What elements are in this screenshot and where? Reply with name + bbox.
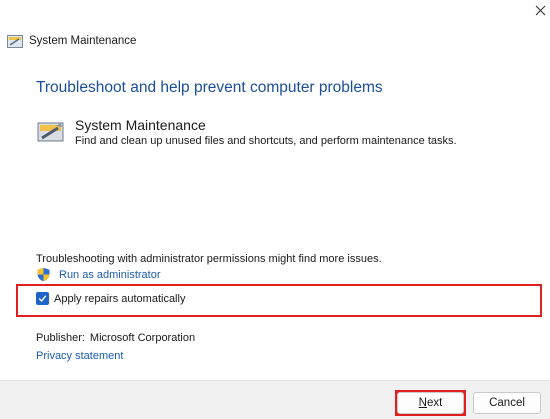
cancel-button[interactable]: Cancel: [473, 392, 541, 414]
admin-notice: Troubleshooting with administrator permi…: [36, 253, 382, 265]
apply-repairs-checkbox-row[interactable]: Apply repairs automatically: [36, 292, 185, 305]
window-title: System Maintenance: [29, 35, 137, 47]
run-as-administrator-label: Run as administrator: [59, 268, 161, 281]
apply-repairs-checkbox[interactable]: [36, 292, 49, 305]
next-label-rest: ext: [426, 397, 443, 409]
system-maintenance-icon: [7, 34, 23, 48]
close-button[interactable]: [530, 0, 550, 20]
maintenance-task-icon: [37, 122, 64, 142]
task-name: System Maintenance: [75, 117, 206, 133]
task-description: Find and clean up unused files and short…: [75, 135, 457, 147]
uac-shield-icon: [37, 267, 50, 282]
dialog-footer: [0, 380, 550, 419]
run-as-administrator-link[interactable]: Run as administrator: [36, 267, 161, 282]
page-heading: Troubleshoot and help prevent computer p…: [36, 79, 383, 96]
apply-repairs-label: Apply repairs automatically: [54, 292, 186, 305]
troubleshooter-task: System Maintenance Find and clean up unu…: [36, 117, 457, 148]
next-accelerator: N: [418, 397, 427, 409]
privacy-statement-link[interactable]: Privacy statement: [36, 350, 123, 362]
publisher-label: Publisher:: [36, 332, 85, 344]
title-bar: System Maintenance: [7, 33, 136, 49]
publisher-value: Microsoft Corporation: [89, 332, 196, 344]
next-button[interactable]: Next: [397, 392, 464, 414]
close-icon: [535, 5, 545, 15]
checkmark-icon: [38, 295, 47, 303]
publisher-info: Publisher: Microsoft Corporation: [36, 332, 195, 344]
